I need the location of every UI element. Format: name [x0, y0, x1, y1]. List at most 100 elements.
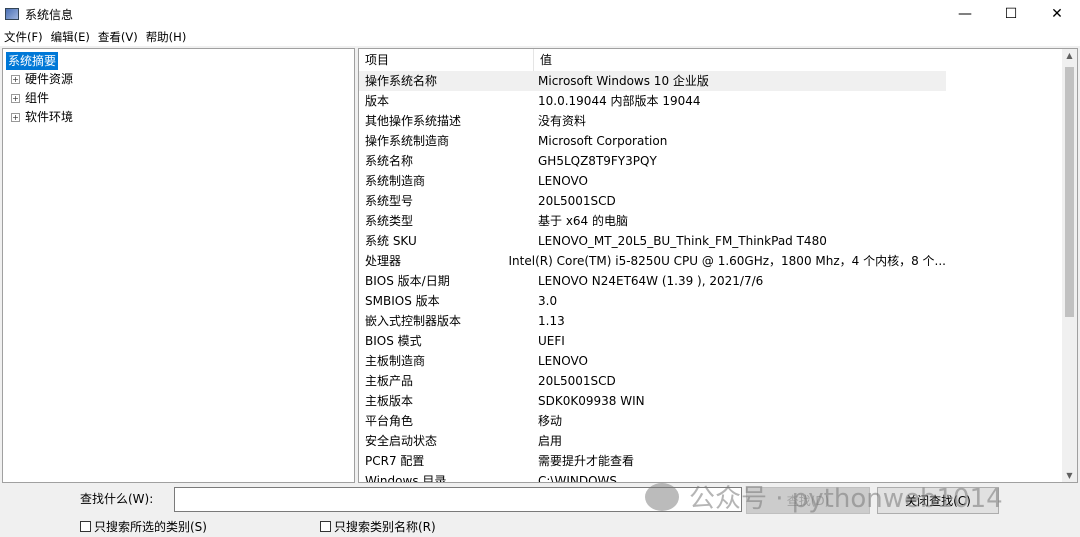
- table-row[interactable]: 系统名称 GH5LQZ8T9FY3PQY: [359, 151, 946, 171]
- value-cell: SDK0K09938 WIN: [538, 394, 645, 408]
- value-cell: GH5LQZ8T9FY3PQY: [538, 154, 657, 168]
- table-row[interactable]: 嵌入式控制器版本 1.13: [359, 311, 946, 331]
- value-cell: LENOVO: [538, 354, 588, 368]
- table-row[interactable]: BIOS 版本/日期 LENOVO N24ET64W (1.39 ), 2021/…: [359, 271, 946, 291]
- table-row[interactable]: 系统 SKU LENOVO_MT_20L5_BU_Think_FM_ThinkPa…: [359, 231, 946, 251]
- tree-item-label: 软件环境: [25, 110, 74, 124]
- value-cell: 需要提升才能查看: [538, 454, 635, 468]
- item-cell: 主板版本: [365, 394, 414, 408]
- column-header-item[interactable]: 项目: [359, 49, 534, 71]
- table-row[interactable]: 主板版本 SDK0K09938 WIN: [359, 391, 946, 411]
- find-button[interactable]: 查找(D): [746, 487, 870, 514]
- table-row[interactable]: 主板制造商 LENOVO: [359, 351, 946, 371]
- table-row[interactable]: 其他操作系统描述 没有资料: [359, 111, 946, 131]
- value-cell: LENOVO_MT_20L5_BU_Think_FM_ThinkPad T480: [538, 234, 827, 248]
- menu-view[interactable]: 查看(V): [94, 28, 142, 46]
- minimize-button[interactable]: —: [942, 0, 988, 28]
- column-header-value[interactable]: 值: [534, 49, 552, 71]
- item-cell: 安全启动状态: [365, 434, 438, 448]
- title-bar: 系统信息 — ☐ ✕: [0, 0, 1080, 28]
- item-cell: 处理器: [365, 254, 402, 268]
- value-cell: C:\WINDOWS: [538, 474, 618, 483]
- value-cell: 移动: [538, 414, 563, 428]
- value-cell: 没有资料: [538, 114, 587, 128]
- item-cell: 主板产品: [365, 374, 414, 388]
- scrollbar-thumb[interactable]: [1065, 67, 1074, 317]
- table-row[interactable]: 系统类型 基于 x64 的电脑: [359, 211, 946, 231]
- search-category-names-checkbox[interactable]: 只搜索类别名称(R): [320, 518, 436, 535]
- value-cell: 启用: [538, 434, 563, 448]
- checkbox-label: 只搜索所选的类别(S): [94, 520, 207, 534]
- maximize-button[interactable]: ☐: [988, 0, 1034, 28]
- value-cell: 1.13: [538, 314, 565, 328]
- close-find-button[interactable]: 关闭查找(C): [877, 487, 999, 514]
- menu-edit[interactable]: 编辑(E): [47, 28, 94, 46]
- menu-bar: 文件(F) 编辑(E) 查看(V) 帮助(H): [0, 28, 1080, 46]
- item-cell: 系统类型: [365, 214, 414, 228]
- menu-file[interactable]: 文件(F): [0, 28, 47, 46]
- value-cell: LENOVO N24ET64W (1.39 ), 2021/7/6: [538, 274, 764, 288]
- item-cell: PCR7 配置: [365, 454, 425, 468]
- item-cell: 系统制造商: [365, 174, 426, 188]
- tree-item-label: 硬件资源: [25, 72, 74, 86]
- table-row[interactable]: 平台角色 移动: [359, 411, 946, 431]
- expand-icon[interactable]: +: [11, 74, 20, 84]
- scroll-up-icon[interactable]: ▲: [1062, 51, 1077, 60]
- value-cell: 3.0: [538, 294, 558, 308]
- value-cell: 基于 x64 的电脑: [538, 214, 629, 228]
- checkbox-icon[interactable]: [80, 521, 91, 532]
- item-cell: Windows 目录: [365, 474, 447, 483]
- table-row[interactable]: PCR7 配置 需要提升才能查看: [359, 451, 946, 471]
- close-button[interactable]: ✕: [1034, 0, 1080, 28]
- item-cell: 嵌入式控制器版本: [365, 314, 462, 328]
- details-table: 项目 值 操作系统名称 Microsoft Windows 10 企业版版本 10.…: [358, 48, 1078, 483]
- checkbox-label: 只搜索类别名称(R): [334, 520, 436, 534]
- value-cell: LENOVO: [538, 174, 588, 188]
- item-cell: 其他操作系统描述: [365, 114, 462, 128]
- item-cell: 主板制造商: [365, 354, 426, 368]
- item-cell: BIOS 版本/日期: [365, 274, 450, 288]
- item-cell: 系统名称: [365, 154, 414, 168]
- table-row[interactable]: 版本 10.0.19044 内部版本 19044: [359, 91, 946, 111]
- tree-item-components[interactable]: + 组件: [11, 89, 49, 107]
- tree-item-hardware[interactable]: + 硬件资源: [11, 70, 73, 88]
- system-info-app-icon: [5, 8, 19, 20]
- table-row[interactable]: Windows 目录 C:\WINDOWS: [359, 471, 946, 483]
- expand-icon[interactable]: +: [11, 112, 20, 122]
- tree-item-system-summary[interactable]: 系统摘要: [6, 52, 59, 70]
- value-cell: Intel(R) Core(TM) i5-8250U CPU @ 1.60GHz…: [508, 254, 946, 268]
- table-row[interactable]: 操作系统制造商 Microsoft Corporation: [359, 131, 946, 151]
- table-row[interactable]: BIOS 模式 UEFI: [359, 331, 946, 351]
- table-row[interactable]: 系统型号 20L5001SCD: [359, 191, 946, 211]
- table-row[interactable]: 主板产品 20L5001SCD: [359, 371, 946, 391]
- category-tree[interactable]: 系统摘要 + 硬件资源 + 组件 + 软件环境: [2, 48, 355, 483]
- vertical-scrollbar[interactable]: ▲ ▼: [1062, 49, 1077, 482]
- search-selected-category-checkbox[interactable]: 只搜索所选的类别(S): [80, 518, 207, 535]
- table-row[interactable]: SMBIOS 版本 3.0: [359, 291, 946, 311]
- menu-help[interactable]: 帮助(H): [142, 28, 191, 46]
- window-title: 系统信息: [25, 7, 74, 22]
- item-cell: 系统型号: [365, 194, 414, 208]
- table-row[interactable]: 系统制造商 LENOVO: [359, 171, 946, 191]
- table-row[interactable]: 处理器 Intel(R) Core(TM) i5-8250U CPU @ 1.60…: [359, 251, 946, 271]
- value-cell: UEFI: [538, 334, 565, 348]
- value-cell: Microsoft Windows 10 企业版: [538, 74, 709, 88]
- tree-item-label: 组件: [25, 91, 50, 105]
- item-cell: BIOS 模式: [365, 334, 422, 348]
- item-cell: 操作系统制造商: [365, 134, 450, 148]
- expand-icon[interactable]: +: [11, 93, 20, 103]
- item-cell: 平台角色: [365, 414, 414, 428]
- table-row[interactable]: 操作系统名称 Microsoft Windows 10 企业版: [359, 71, 946, 91]
- checkbox-icon[interactable]: [320, 521, 331, 532]
- tree-item-software[interactable]: + 软件环境: [11, 108, 73, 126]
- value-cell: Microsoft Corporation: [538, 134, 668, 148]
- item-cell: 系统 SKU: [365, 234, 417, 248]
- item-cell: 操作系统名称: [365, 74, 438, 88]
- table-row[interactable]: 安全启动状态 启用: [359, 431, 946, 451]
- item-cell: SMBIOS 版本: [365, 294, 440, 308]
- find-input[interactable]: [174, 487, 742, 512]
- value-cell: 10.0.19044 内部版本 19044: [538, 94, 701, 108]
- table-header: 项目 值: [359, 49, 1064, 71]
- scroll-down-icon[interactable]: ▼: [1062, 471, 1077, 480]
- value-cell: 20L5001SCD: [538, 374, 616, 388]
